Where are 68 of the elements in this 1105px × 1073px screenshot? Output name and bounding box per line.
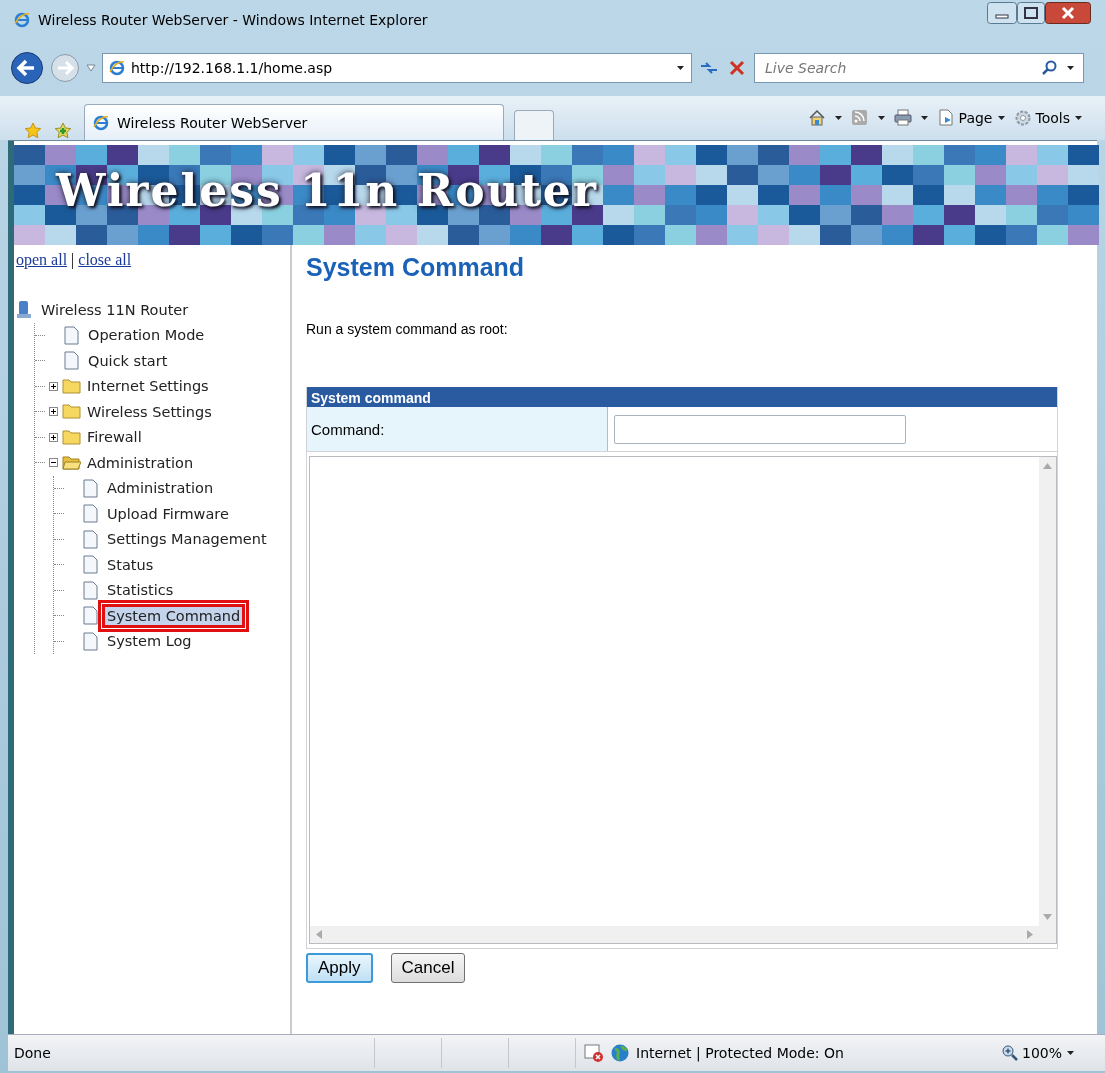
caret-icon [1074,114,1083,122]
favorites-star-icon[interactable] [24,122,44,140]
tree-item[interactable]: Operation Mode [86,326,207,345]
tab-label: Wireless Router WebServer [117,114,308,131]
browser-icon [14,12,32,28]
dropdown-icon[interactable] [833,114,843,122]
url-text: http://192.168.1.1/home.asp [131,60,334,76]
tree-item[interactable]: Internet Settings [85,377,211,396]
blocked-popup-icon [584,1043,604,1063]
expand-icon[interactable] [49,432,58,442]
page-heading: System Command [306,253,526,282]
print-icon[interactable] [893,109,912,127]
browser-tab[interactable]: Wireless Router WebServer [84,104,504,140]
tree-item[interactable]: System Log [105,632,194,651]
table-header: System command [307,387,1057,407]
tree-item[interactable]: Quick start [86,351,170,370]
tree-link[interactable]: close all [78,251,132,269]
history-dropdown-icon[interactable] [86,64,96,72]
cancel-button[interactable]: Cancel [390,953,466,983]
caret-icon [1066,1049,1075,1057]
description-text: Run a system command as root: [306,321,508,337]
zoom-button[interactable]: 100% [995,1044,1081,1062]
add-favorite-icon[interactable] [54,122,74,140]
folder-icon [62,402,81,422]
browser-icon [93,114,111,131]
collapse-icon[interactable] [49,458,58,468]
status-text: Done [13,1045,52,1061]
tree-item[interactable]: Upload Firmware [105,504,231,523]
apply-button[interactable]: Apply [306,953,373,983]
close-button[interactable] [1045,2,1091,24]
tree-item[interactable]: Statistics [105,581,176,600]
expand-icon[interactable] [49,381,58,391]
window-title: Wireless Router WebServer - Windows Internet Explorer [38,12,428,28]
tree-link[interactable]: open all [16,251,68,269]
tree-item[interactable]: Administration [85,453,196,472]
page-menu[interactable]: Page [936,109,1006,127]
link-separator: | [71,251,75,269]
dropdown-icon[interactable] [876,114,886,122]
feeds-icon[interactable] [850,109,869,127]
security-zone-text: Internet | Protected Mode: On [636,1045,844,1061]
gear-icon [1013,109,1032,127]
folder-icon [62,427,81,447]
dropdown-icon[interactable] [676,64,685,72]
tree-item[interactable]: Settings Management [105,530,269,549]
tree-item[interactable]: Administration [105,479,216,498]
expand-icon[interactable] [49,407,58,417]
search-icon[interactable] [1042,60,1058,76]
caret-icon [996,114,1006,122]
folder-icon [62,376,81,396]
back-button[interactable] [10,51,44,85]
tools-menu[interactable]: Tools [1013,109,1083,127]
globe-icon [610,1043,630,1063]
home-icon[interactable] [807,109,826,127]
dropdown-icon[interactable] [919,114,929,122]
search-box[interactable]: Live Search [754,53,1084,83]
maximize-button[interactable] [1017,2,1045,24]
address-field[interactable]: http://192.168.1.1/home.asp [102,53,692,83]
tree-item[interactable]: Firewall [85,428,144,447]
zoom-icon [1001,1045,1018,1061]
field-label: Command: [310,420,385,438]
command-field[interactable] [614,414,906,444]
tree-item[interactable]: Status [105,555,156,574]
forward-button[interactable] [50,53,80,83]
tree-item[interactable]: Wireless Settings [85,402,214,421]
folder-icon [62,453,81,473]
tree-item[interactable]: Wireless 11N Router [39,300,191,319]
search-field[interactable]: Live Search [763,59,1034,77]
dropdown-icon[interactable] [1066,64,1075,72]
